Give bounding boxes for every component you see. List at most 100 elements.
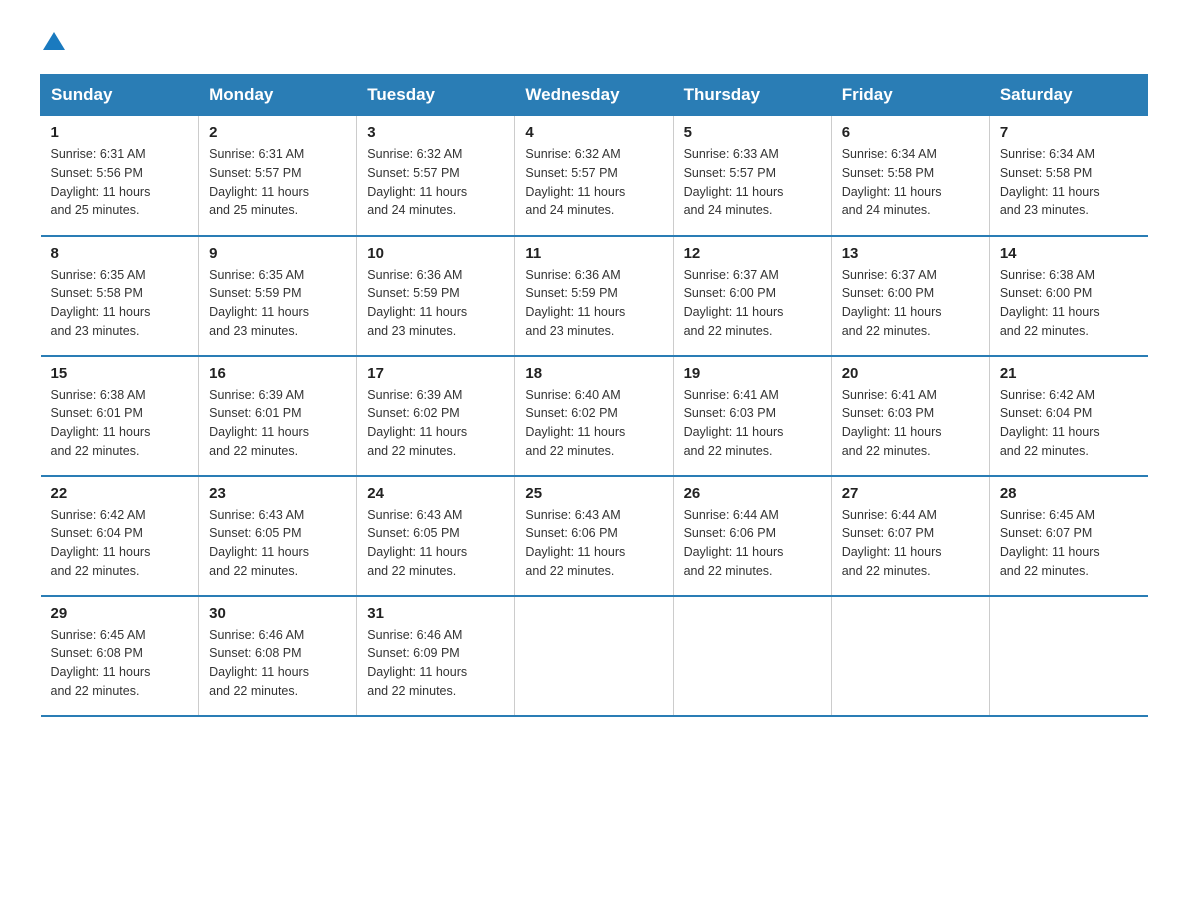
day-number: 13 [842,245,979,262]
day-info: Sunrise: 6:33 AMSunset: 5:57 PMDaylight:… [684,145,821,220]
calendar-cell: 27 Sunrise: 6:44 AMSunset: 6:07 PMDayligh… [831,476,989,596]
calendar-cell: 5 Sunrise: 6:33 AMSunset: 5:57 PMDaylight… [673,116,831,236]
calendar-cell [673,596,831,716]
calendar-cell: 15 Sunrise: 6:38 AMSunset: 6:01 PMDayligh… [41,356,199,476]
calendar-cell: 31 Sunrise: 6:46 AMSunset: 6:09 PMDayligh… [357,596,515,716]
day-info: Sunrise: 6:34 AMSunset: 5:58 PMDaylight:… [1000,145,1138,220]
day-number: 21 [1000,365,1138,382]
calendar-cell: 13 Sunrise: 6:37 AMSunset: 6:00 PMDayligh… [831,236,989,356]
calendar-cell: 8 Sunrise: 6:35 AMSunset: 5:58 PMDaylight… [41,236,199,356]
day-number: 10 [367,245,504,262]
day-info: Sunrise: 6:44 AMSunset: 6:06 PMDaylight:… [684,506,821,581]
day-number: 19 [684,365,821,382]
calendar-cell: 7Sunrise: 6:34 AMSunset: 5:58 PMDaylight… [989,116,1147,236]
day-info: Sunrise: 6:39 AMSunset: 6:01 PMDaylight:… [209,386,346,461]
day-number: 30 [209,605,346,622]
day-info: Sunrise: 6:36 AMSunset: 5:59 PMDaylight:… [525,266,662,341]
day-info: Sunrise: 6:40 AMSunset: 6:02 PMDaylight:… [525,386,662,461]
calendar-cell: 26Sunrise: 6:44 AMSunset: 6:06 PMDayligh… [673,476,831,596]
day-info: Sunrise: 6:37 AMSunset: 6:00 PMDaylight:… [842,266,979,341]
calendar-cell: 11 Sunrise: 6:36 AMSunset: 5:59 PMDayligh… [515,236,673,356]
calendar-cell: 10 Sunrise: 6:36 AMSunset: 5:59 PMDayligh… [357,236,515,356]
calendar-cell: 30 Sunrise: 6:46 AMSunset: 6:08 PMDayligh… [199,596,357,716]
calendar-table: SundayMondayTuesdayWednesdayThursdayFrid… [40,74,1148,717]
day-info: Sunrise: 6:34 AMSunset: 5:58 PMDaylight:… [842,145,979,220]
day-info: Sunrise: 6:45 AMSunset: 6:08 PMDaylight:… [51,626,189,701]
calendar-cell: 23Sunrise: 6:43 AMSunset: 6:05 PMDayligh… [199,476,357,596]
day-number: 5 [684,124,821,141]
day-number: 24 [367,485,504,502]
day-number: 6 [842,124,979,141]
calendar-cell: 16 Sunrise: 6:39 AMSunset: 6:01 PMDayligh… [199,356,357,476]
day-info: Sunrise: 6:32 AMSunset: 5:57 PMDaylight:… [525,145,662,220]
calendar-week-row: 22 Sunrise: 6:42 AMSunset: 6:04 PMDayligh… [41,476,1148,596]
calendar-cell: 28 Sunrise: 6:45 AMSunset: 6:07 PMDayligh… [989,476,1147,596]
logo [40,30,65,54]
calendar-cell: 24 Sunrise: 6:43 AMSunset: 6:05 PMDayligh… [357,476,515,596]
logo-text [40,30,65,54]
calendar-cell: 3 Sunrise: 6:32 AMSunset: 5:57 PMDaylight… [357,116,515,236]
day-number: 16 [209,365,346,382]
day-number: 28 [1000,485,1138,502]
day-info: Sunrise: 6:41 AMSunset: 6:03 PMDaylight:… [842,386,979,461]
day-info: Sunrise: 6:31 AMSunset: 5:57 PMDaylight:… [209,145,346,220]
calendar-week-row: 8 Sunrise: 6:35 AMSunset: 5:58 PMDaylight… [41,236,1148,356]
calendar-cell: 17Sunrise: 6:39 AMSunset: 6:02 PMDayligh… [357,356,515,476]
day-number: 2 [209,124,346,141]
day-number: 23 [209,485,346,502]
calendar-cell: 1Sunrise: 6:31 AMSunset: 5:56 PMDaylight… [41,116,199,236]
calendar-cell: 4 Sunrise: 6:32 AMSunset: 5:57 PMDaylight… [515,116,673,236]
calendar-cell: 22 Sunrise: 6:42 AMSunset: 6:04 PMDayligh… [41,476,199,596]
page-header [40,30,1148,54]
day-info: Sunrise: 6:35 AMSunset: 5:58 PMDaylight:… [51,266,189,341]
day-info: Sunrise: 6:46 AMSunset: 6:08 PMDaylight:… [209,626,346,701]
day-info: Sunrise: 6:36 AMSunset: 5:59 PMDaylight:… [367,266,504,341]
column-header-wednesday: Wednesday [515,75,673,116]
calendar-header-row: SundayMondayTuesdayWednesdayThursdayFrid… [41,75,1148,116]
day-number: 29 [51,605,189,622]
day-number: 25 [525,485,662,502]
column-header-saturday: Saturday [989,75,1147,116]
day-info: Sunrise: 6:44 AMSunset: 6:07 PMDaylight:… [842,506,979,581]
day-number: 15 [51,365,189,382]
calendar-week-row: 15 Sunrise: 6:38 AMSunset: 6:01 PMDayligh… [41,356,1148,476]
column-header-thursday: Thursday [673,75,831,116]
column-header-monday: Monday [199,75,357,116]
day-info: Sunrise: 6:38 AMSunset: 6:01 PMDaylight:… [51,386,189,461]
column-header-friday: Friday [831,75,989,116]
day-info: Sunrise: 6:35 AMSunset: 5:59 PMDaylight:… [209,266,346,341]
column-header-sunday: Sunday [41,75,199,116]
calendar-cell [831,596,989,716]
calendar-cell [989,596,1147,716]
day-number: 22 [51,485,189,502]
day-info: Sunrise: 6:43 AMSunset: 6:05 PMDaylight:… [367,506,504,581]
calendar-cell [515,596,673,716]
day-number: 17 [367,365,504,382]
day-number: 11 [525,245,662,262]
calendar-week-row: 29 Sunrise: 6:45 AMSunset: 6:08 PMDayligh… [41,596,1148,716]
day-number: 3 [367,124,504,141]
day-number: 9 [209,245,346,262]
calendar-cell: 2 Sunrise: 6:31 AMSunset: 5:57 PMDaylight… [199,116,357,236]
calendar-cell: 12Sunrise: 6:37 AMSunset: 6:00 PMDayligh… [673,236,831,356]
calendar-cell: 18 Sunrise: 6:40 AMSunset: 6:02 PMDayligh… [515,356,673,476]
day-number: 18 [525,365,662,382]
day-info: Sunrise: 6:41 AMSunset: 6:03 PMDaylight:… [684,386,821,461]
day-info: Sunrise: 6:38 AMSunset: 6:00 PMDaylight:… [1000,266,1138,341]
calendar-cell: 21 Sunrise: 6:42 AMSunset: 6:04 PMDayligh… [989,356,1147,476]
logo-triangle-icon [43,30,65,52]
column-header-tuesday: Tuesday [357,75,515,116]
day-info: Sunrise: 6:46 AMSunset: 6:09 PMDaylight:… [367,626,504,701]
day-number: 8 [51,245,189,262]
day-info: Sunrise: 6:32 AMSunset: 5:57 PMDaylight:… [367,145,504,220]
day-number: 27 [842,485,979,502]
calendar-cell: 25 Sunrise: 6:43 AMSunset: 6:06 PMDayligh… [515,476,673,596]
day-info: Sunrise: 6:45 AMSunset: 6:07 PMDaylight:… [1000,506,1138,581]
day-number: 4 [525,124,662,141]
day-number: 31 [367,605,504,622]
day-info: Sunrise: 6:43 AMSunset: 6:06 PMDaylight:… [525,506,662,581]
day-info: Sunrise: 6:42 AMSunset: 6:04 PMDaylight:… [51,506,189,581]
day-number: 1 [51,124,189,141]
calendar-cell: 29 Sunrise: 6:45 AMSunset: 6:08 PMDayligh… [41,596,199,716]
day-info: Sunrise: 6:42 AMSunset: 6:04 PMDaylight:… [1000,386,1138,461]
